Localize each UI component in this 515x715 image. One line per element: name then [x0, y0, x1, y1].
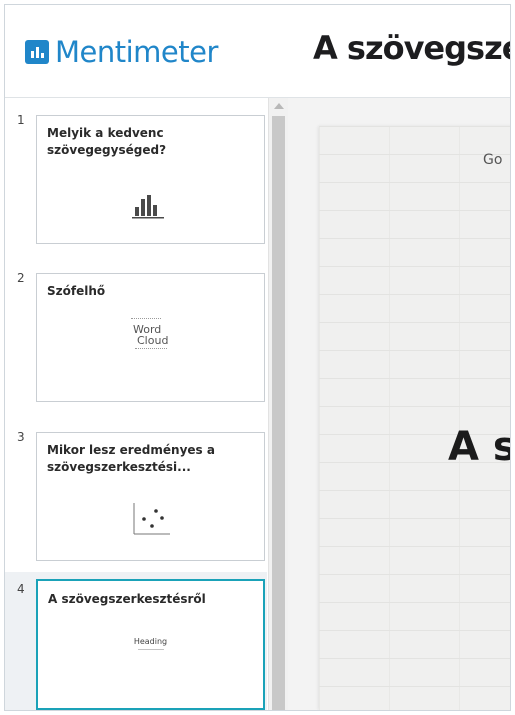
slide-canvas[interactable]: Go A s	[319, 126, 511, 710]
slide-thumbnail[interactable]: Melyik a kedvenc szövegegységed?	[36, 115, 265, 244]
slide-item-3[interactable]: 3 Mikor lesz eredményes a szövegszerkesz…	[5, 428, 267, 588]
slide-item-4[interactable]: 4 A szövegszerkesztésről Heading	[5, 572, 267, 710]
slide-number: 1	[17, 113, 25, 127]
slide-title: Szófelhő	[47, 284, 106, 298]
heading-preview-text: Heading	[133, 637, 168, 646]
presentation-title[interactable]: A szövegsze	[313, 29, 510, 67]
slide-item-2[interactable]: 2 Szófelhő Word Cloud	[5, 269, 267, 429]
slide-thumbnail[interactable]: Szófelhő Word Cloud	[36, 273, 265, 402]
scatter-icon	[133, 503, 170, 535]
heading-icon: Heading	[38, 637, 263, 650]
slide-heading: A s	[448, 424, 511, 470]
scrollbar-thumb[interactable]	[272, 116, 285, 710]
slide-thumbnail[interactable]: A szövegszerkesztésről Heading	[36, 579, 265, 710]
app-window: Mentimeter A szövegsze 1 Melyik a kedven…	[4, 4, 511, 711]
slide-preview-area: Go A s	[288, 98, 510, 710]
slide-list: 1 Melyik a kedvenc szövegegységed? 2 Szó…	[5, 98, 288, 710]
slide-thumbnail[interactable]: Mikor lesz eredményes a szövegszerkeszté…	[36, 432, 265, 561]
slide-number: 3	[17, 430, 25, 444]
word-cloud-icon: Word Cloud	[129, 318, 175, 362]
sidebar-scrollbar[interactable]	[268, 98, 288, 710]
bar-chart-icon	[132, 195, 164, 219]
word-cloud-word: Cloud	[137, 334, 169, 347]
logo-icon	[25, 40, 49, 64]
slide-title: Melyik a kedvenc szövegegységed?	[47, 126, 167, 157]
slide-title: Mikor lesz eredményes a szövegszerkeszté…	[47, 443, 215, 474]
slide-item-1[interactable]: 1 Melyik a kedvenc szövegegységed?	[5, 111, 267, 271]
logo-text: Mentimeter	[55, 35, 218, 69]
scroll-up-arrow-icon[interactable]	[274, 103, 284, 109]
slide-number: 2	[17, 271, 25, 285]
slide-title: A szövegszerkesztésről	[48, 592, 206, 606]
slide-number: 4	[17, 582, 25, 596]
top-bar: Mentimeter A szövegsze	[5, 5, 510, 98]
mentimeter-logo[interactable]: Mentimeter	[25, 35, 218, 69]
slide-join-text: Go	[483, 152, 503, 168]
